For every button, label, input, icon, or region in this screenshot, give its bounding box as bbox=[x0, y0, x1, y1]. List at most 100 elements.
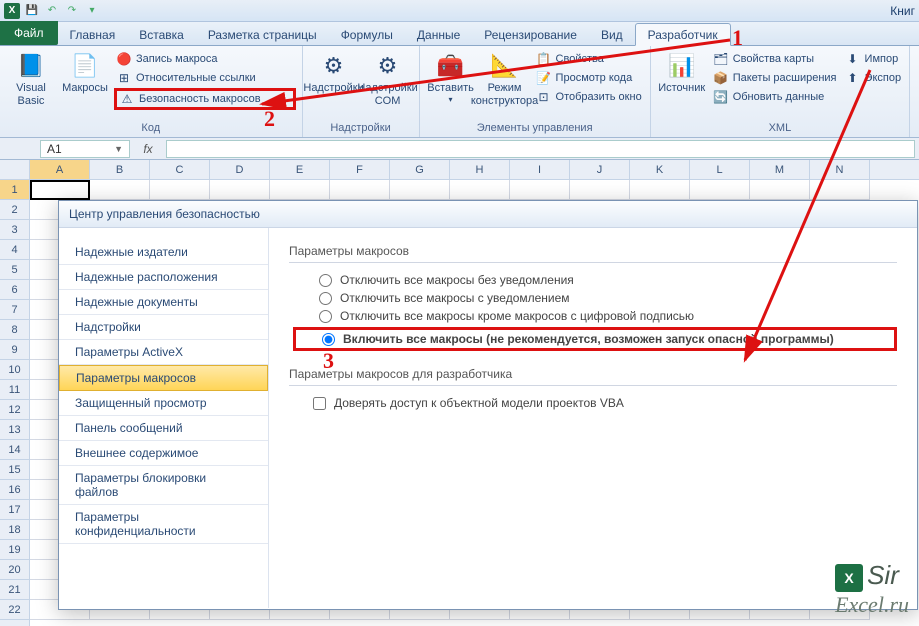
com-addins-button[interactable]: ⚙Надстройки COM bbox=[363, 48, 413, 109]
nav-item[interactable]: Защищенный просмотр bbox=[59, 391, 268, 416]
cell[interactable] bbox=[390, 180, 450, 200]
import-button[interactable]: ⬇Импор bbox=[843, 50, 904, 68]
radio-input[interactable] bbox=[319, 310, 332, 323]
save-icon[interactable]: 💾 bbox=[24, 3, 40, 19]
row-header[interactable]: 9 bbox=[0, 340, 29, 360]
cell[interactable] bbox=[570, 180, 630, 200]
expansion-packs-button[interactable]: 📦Пакеты расширения bbox=[711, 69, 839, 87]
row-header[interactable]: 21 bbox=[0, 580, 29, 600]
cell[interactable] bbox=[450, 180, 510, 200]
col-header[interactable]: G bbox=[390, 160, 450, 179]
cell[interactable] bbox=[750, 180, 810, 200]
export-button[interactable]: ⬆Экспор bbox=[843, 69, 904, 87]
row-header[interactable]: 16 bbox=[0, 480, 29, 500]
cell[interactable] bbox=[30, 180, 90, 200]
col-header[interactable]: A bbox=[30, 160, 90, 179]
tab-home[interactable]: Главная bbox=[58, 24, 128, 45]
row-header[interactable]: 12 bbox=[0, 400, 29, 420]
nav-item[interactable]: Параметры конфиденциальности bbox=[59, 505, 268, 544]
fx-icon[interactable]: fx bbox=[136, 142, 160, 156]
show-window-button[interactable]: ⊡Отобразить окно bbox=[534, 88, 644, 106]
row-header[interactable]: 6 bbox=[0, 280, 29, 300]
row-header[interactable]: 1 bbox=[0, 180, 29, 200]
tab-insert[interactable]: Вставка bbox=[127, 24, 196, 45]
row-header[interactable]: 18 bbox=[0, 520, 29, 540]
tab-data[interactable]: Данные bbox=[405, 24, 472, 45]
select-all-corner[interactable] bbox=[0, 160, 30, 180]
name-box[interactable]: A1▼ bbox=[40, 140, 130, 158]
design-mode-button[interactable]: 📐Режим конструктора bbox=[480, 48, 530, 109]
nav-item[interactable]: Параметры макросов bbox=[59, 365, 268, 391]
opt-disable-no-notify[interactable]: Отключить все макросы без уведомления bbox=[319, 273, 897, 287]
checkbox-input[interactable] bbox=[313, 397, 326, 410]
cell[interactable] bbox=[210, 180, 270, 200]
opt-enable-all-highlighted[interactable]: Включить все макросы (не рекомендуется, … bbox=[293, 327, 897, 351]
nav-item[interactable]: Параметры ActiveX bbox=[59, 340, 268, 365]
chevron-down-icon[interactable]: ▼ bbox=[114, 144, 123, 154]
nav-item[interactable]: Панель сообщений bbox=[59, 416, 268, 441]
opt-disable-except-signed[interactable]: Отключить все макросы кроме макросов с ц… bbox=[319, 309, 897, 323]
row-header[interactable]: 5 bbox=[0, 260, 29, 280]
col-header[interactable]: C bbox=[150, 160, 210, 179]
row-header[interactable]: 8 bbox=[0, 320, 29, 340]
nav-item[interactable]: Параметры блокировки файлов bbox=[59, 466, 268, 505]
row-header[interactable]: 17 bbox=[0, 500, 29, 520]
addins-button[interactable]: ⚙Надстройки bbox=[309, 48, 359, 97]
nav-item[interactable]: Надежные расположения bbox=[59, 265, 268, 290]
undo-icon[interactable]: ↶ bbox=[44, 3, 60, 19]
col-header[interactable]: K bbox=[630, 160, 690, 179]
macros-button[interactable]: 📄 Макросы bbox=[60, 48, 110, 97]
trust-vba-checkbox-row[interactable]: Доверять доступ к объектной модели проек… bbox=[313, 396, 897, 410]
col-header[interactable]: L bbox=[690, 160, 750, 179]
row-header[interactable]: 7 bbox=[0, 300, 29, 320]
insert-button[interactable]: 🧰Вставить▾ bbox=[426, 48, 476, 106]
cell[interactable] bbox=[810, 180, 870, 200]
refresh-data-button[interactable]: 🔄Обновить данные bbox=[711, 88, 839, 106]
row-header[interactable]: 15 bbox=[0, 460, 29, 480]
relative-refs-button[interactable]: ⊞Относительные ссылки bbox=[114, 69, 296, 87]
col-header[interactable]: B bbox=[90, 160, 150, 179]
tab-formulas[interactable]: Формулы bbox=[329, 24, 405, 45]
redo-icon[interactable]: ↷ bbox=[64, 3, 80, 19]
view-code-button[interactable]: 📝Просмотр кода bbox=[534, 69, 644, 87]
visual-basic-button[interactable]: 📘 Visual Basic bbox=[6, 48, 56, 109]
tab-developer[interactable]: Разработчик bbox=[635, 23, 731, 46]
tab-page-layout[interactable]: Разметка страницы bbox=[196, 24, 329, 45]
col-header[interactable]: M bbox=[750, 160, 810, 179]
col-header[interactable]: N bbox=[810, 160, 870, 179]
row-header[interactable]: 19 bbox=[0, 540, 29, 560]
opt-disable-with-notify[interactable]: Отключить все макросы с уведомлением bbox=[319, 291, 897, 305]
source-button[interactable]: 📊Источник bbox=[657, 48, 707, 97]
record-macro-button[interactable]: 🔴Запись макроса bbox=[114, 50, 296, 68]
tab-view[interactable]: Вид bbox=[589, 24, 635, 45]
nav-item[interactable]: Внешнее содержимое bbox=[59, 441, 268, 466]
cell[interactable] bbox=[150, 180, 210, 200]
cell[interactable] bbox=[270, 180, 330, 200]
nav-item[interactable]: Надежные издатели bbox=[59, 240, 268, 265]
nav-item[interactable]: Надстройки bbox=[59, 315, 268, 340]
cell[interactable] bbox=[630, 180, 690, 200]
row-header[interactable]: 3 bbox=[0, 220, 29, 240]
row-header[interactable]: 22 bbox=[0, 600, 29, 620]
col-header[interactable]: J bbox=[570, 160, 630, 179]
row-header[interactable]: 2 bbox=[0, 200, 29, 220]
map-properties-button[interactable]: 🗂Свойства карты bbox=[711, 50, 839, 68]
formula-input[interactable] bbox=[166, 140, 915, 158]
col-header[interactable]: D bbox=[210, 160, 270, 179]
tab-file[interactable]: Файл bbox=[0, 21, 58, 45]
cell[interactable] bbox=[690, 180, 750, 200]
col-header[interactable]: F bbox=[330, 160, 390, 179]
properties-button[interactable]: 📋Свойства bbox=[534, 50, 644, 68]
cell[interactable] bbox=[330, 180, 390, 200]
qat-dropdown-icon[interactable]: ▾ bbox=[84, 3, 100, 19]
row-header[interactable]: 10 bbox=[0, 360, 29, 380]
row-header[interactable]: 11 bbox=[0, 380, 29, 400]
radio-input[interactable] bbox=[322, 333, 335, 346]
cell[interactable] bbox=[510, 180, 570, 200]
col-header[interactable]: E bbox=[270, 160, 330, 179]
row-header[interactable]: 20 bbox=[0, 560, 29, 580]
radio-input[interactable] bbox=[319, 274, 332, 287]
cell[interactable] bbox=[90, 180, 150, 200]
nav-item[interactable]: Надежные документы bbox=[59, 290, 268, 315]
row-header[interactable]: 14 bbox=[0, 440, 29, 460]
